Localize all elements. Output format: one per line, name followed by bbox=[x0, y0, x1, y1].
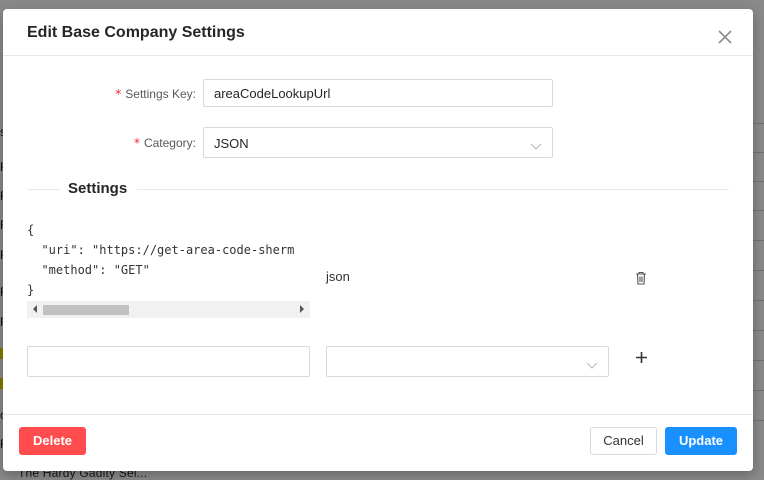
settings-key-value: areaCodeLookupUrl bbox=[214, 86, 331, 101]
required-mark: * bbox=[133, 136, 140, 150]
category-value: JSON bbox=[214, 136, 249, 151]
section-divider-right bbox=[137, 189, 729, 190]
settings-key-input[interactable]: areaCodeLookupUrl bbox=[203, 79, 553, 107]
close-icon[interactable] bbox=[713, 25, 737, 49]
required-mark: * bbox=[115, 87, 122, 101]
cancel-button[interactable]: Cancel bbox=[590, 427, 657, 455]
edit-settings-modal: Edit Base Company Settings * Settings Key… bbox=[3, 9, 753, 471]
chevron-down-icon bbox=[586, 358, 598, 369]
settings-key-row: * Settings Key: areaCodeLookupUrl bbox=[3, 79, 753, 109]
category-label-text: Category bbox=[143, 136, 193, 150]
new-setting-key-input[interactable] bbox=[27, 346, 310, 377]
category-label: * Category: bbox=[134, 136, 196, 150]
plus-icon[interactable] bbox=[635, 351, 648, 364]
modal-footer: Delete Cancel Update bbox=[3, 414, 753, 472]
scroll-right-icon[interactable] bbox=[300, 305, 304, 313]
horizontal-scrollbar[interactable] bbox=[27, 301, 310, 318]
delete-button[interactable]: Delete bbox=[19, 427, 86, 455]
modal-header: Edit Base Company Settings bbox=[3, 9, 753, 56]
chevron-down-icon bbox=[530, 139, 542, 150]
label-colon: : bbox=[192, 87, 196, 101]
scroll-left-icon[interactable] bbox=[33, 305, 37, 313]
update-button[interactable]: Update bbox=[665, 427, 737, 455]
category-row: * Category: JSON bbox=[3, 127, 753, 158]
section-divider-left bbox=[27, 189, 60, 190]
settings-key-label: * Settings Key: bbox=[115, 87, 196, 101]
new-setting-type-select[interactable] bbox=[326, 346, 609, 377]
modal-title: Edit Base Company Settings bbox=[27, 24, 245, 41]
settings-key-label-text: Settings Key bbox=[125, 87, 193, 101]
category-select[interactable]: JSON bbox=[203, 127, 553, 158]
trash-icon[interactable] bbox=[635, 271, 647, 285]
scrollbar-thumb[interactable] bbox=[43, 305, 129, 315]
label-colon: : bbox=[192, 136, 196, 150]
settings-section-heading: Settings bbox=[68, 180, 128, 197]
setting-value-code: { "uri": "https://get-area-code-sherm "m… bbox=[27, 223, 295, 297]
setting-type-value: json bbox=[326, 269, 350, 284]
